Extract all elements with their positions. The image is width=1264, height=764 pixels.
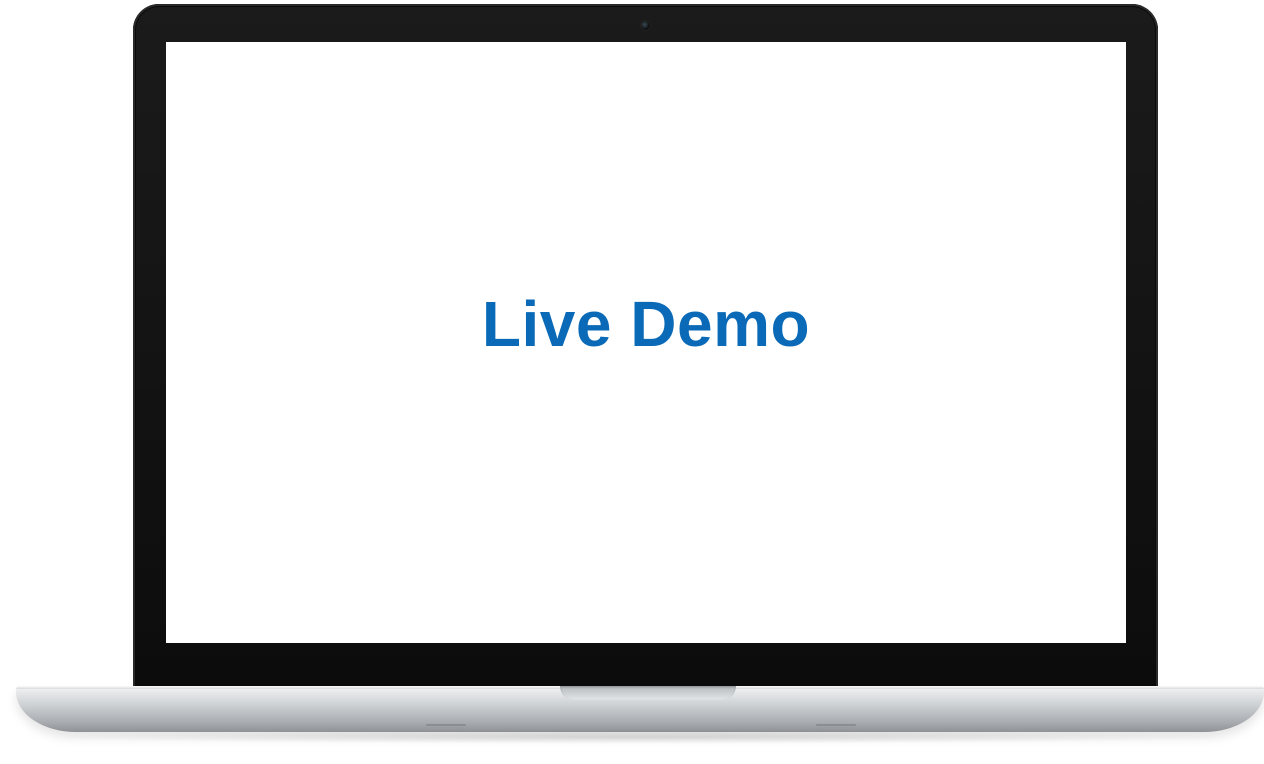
laptop-stage: Live Demo: [0, 0, 1264, 764]
lid-opening-notch: [560, 686, 736, 700]
screen-title: Live Demo: [481, 288, 811, 360]
laptop-lid: Live Demo: [133, 4, 1158, 690]
laptop-screen: Live Demo: [166, 42, 1126, 643]
laptop-base: [16, 686, 1264, 732]
base-foot-left: [426, 724, 466, 726]
webcam-icon: [641, 21, 650, 30]
base-foot-right: [816, 724, 856, 726]
laptop-shadow: [40, 730, 1240, 744]
